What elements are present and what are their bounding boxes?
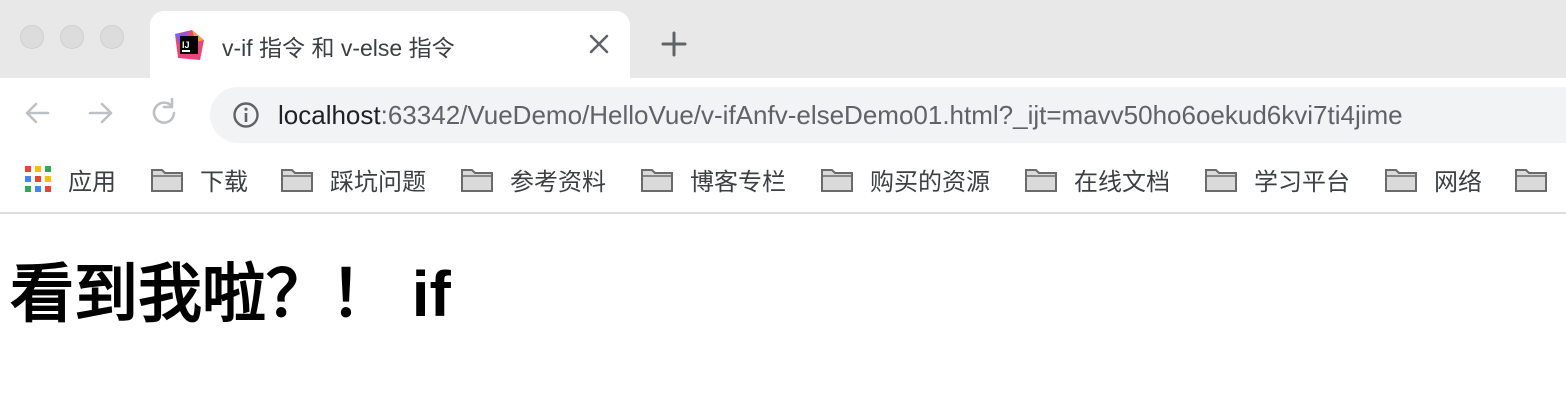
page-heading: 看到我啦？！ if (10, 258, 451, 330)
new-tab-plus-icon[interactable] (660, 30, 688, 58)
reload-icon[interactable] (148, 96, 182, 130)
bookmark-label: 博客专栏 (690, 168, 786, 196)
tab-title: v-if 指令 和 v-else 指令 (222, 35, 455, 61)
folder-icon (1025, 169, 1057, 192)
bookmark-label: 下载 (200, 168, 248, 196)
close-window-button[interactable] (20, 25, 44, 49)
folder-icon (151, 169, 183, 192)
folder-icon (281, 169, 313, 192)
bookmark-folder-overflow[interactable] (1514, 162, 1548, 196)
bookmark-folder[interactable]: 参考资料 (460, 162, 606, 196)
maximize-window-button[interactable] (100, 25, 124, 49)
site-info-icon[interactable] (232, 101, 260, 129)
active-tab[interactable]: IJ v-if 指令 和 v-else 指令 (150, 11, 630, 78)
url-text: localhost:63342/VueDemo/HelloVue/v-ifAnf… (278, 100, 1403, 131)
folder-icon (1385, 169, 1417, 192)
bookmark-folder[interactable]: 购买的资源 (820, 162, 990, 196)
apps-grid-icon (25, 166, 51, 192)
forward-arrow-icon[interactable] (84, 96, 118, 130)
browser-toolbar: localhost:63342/VueDemo/HelloVue/v-ifAnf… (0, 78, 1566, 150)
address-bar[interactable]: localhost:63342/VueDemo/HelloVue/v-ifAnf… (210, 87, 1566, 143)
bookmark-apps[interactable]: 应用 (24, 162, 116, 196)
bookmark-label: 购买的资源 (870, 168, 990, 196)
back-arrow-icon[interactable] (20, 96, 54, 130)
bookmark-label: 应用 (68, 168, 116, 196)
bookmark-folder[interactable]: 踩坑问题 (280, 162, 426, 196)
bookmark-folder[interactable]: 网络 (1384, 162, 1482, 196)
folder-icon (641, 169, 673, 192)
url-path: :63342/VueDemo/HelloVue/v-ifAnfv-elseDem… (380, 100, 1403, 130)
minimize-window-button[interactable] (60, 25, 84, 49)
bookmark-folder[interactable]: 在线文档 (1024, 162, 1170, 196)
url-host: localhost (278, 100, 381, 130)
folder-icon (1205, 169, 1237, 192)
bookmark-label: 学习平台 (1254, 168, 1350, 196)
folder-icon (461, 169, 493, 192)
bookmarks-bar: 应用 下载 踩坑问题 参考资料 博客专栏 购买的资源 在线文档 学习平台 网络 (0, 150, 1566, 214)
bookmark-label: 踩坑问题 (330, 168, 426, 196)
favicon-text: IJ (182, 40, 190, 50)
bookmark-label: 网络 (1434, 168, 1482, 196)
bookmark-folder[interactable]: 学习平台 (1204, 162, 1350, 196)
tab-strip: IJ v-if 指令 和 v-else 指令 (0, 0, 1566, 78)
intellij-favicon-icon: IJ (175, 30, 204, 60)
bookmark-label: 参考资料 (510, 168, 606, 196)
bookmark-folder[interactable]: 博客专栏 (640, 162, 786, 196)
folder-icon (821, 169, 853, 192)
close-tab-icon[interactable] (586, 31, 612, 57)
folder-icon (1515, 169, 1547, 192)
bookmark-label: 在线文档 (1074, 168, 1170, 196)
bookmark-folder[interactable]: 下载 (150, 162, 248, 196)
